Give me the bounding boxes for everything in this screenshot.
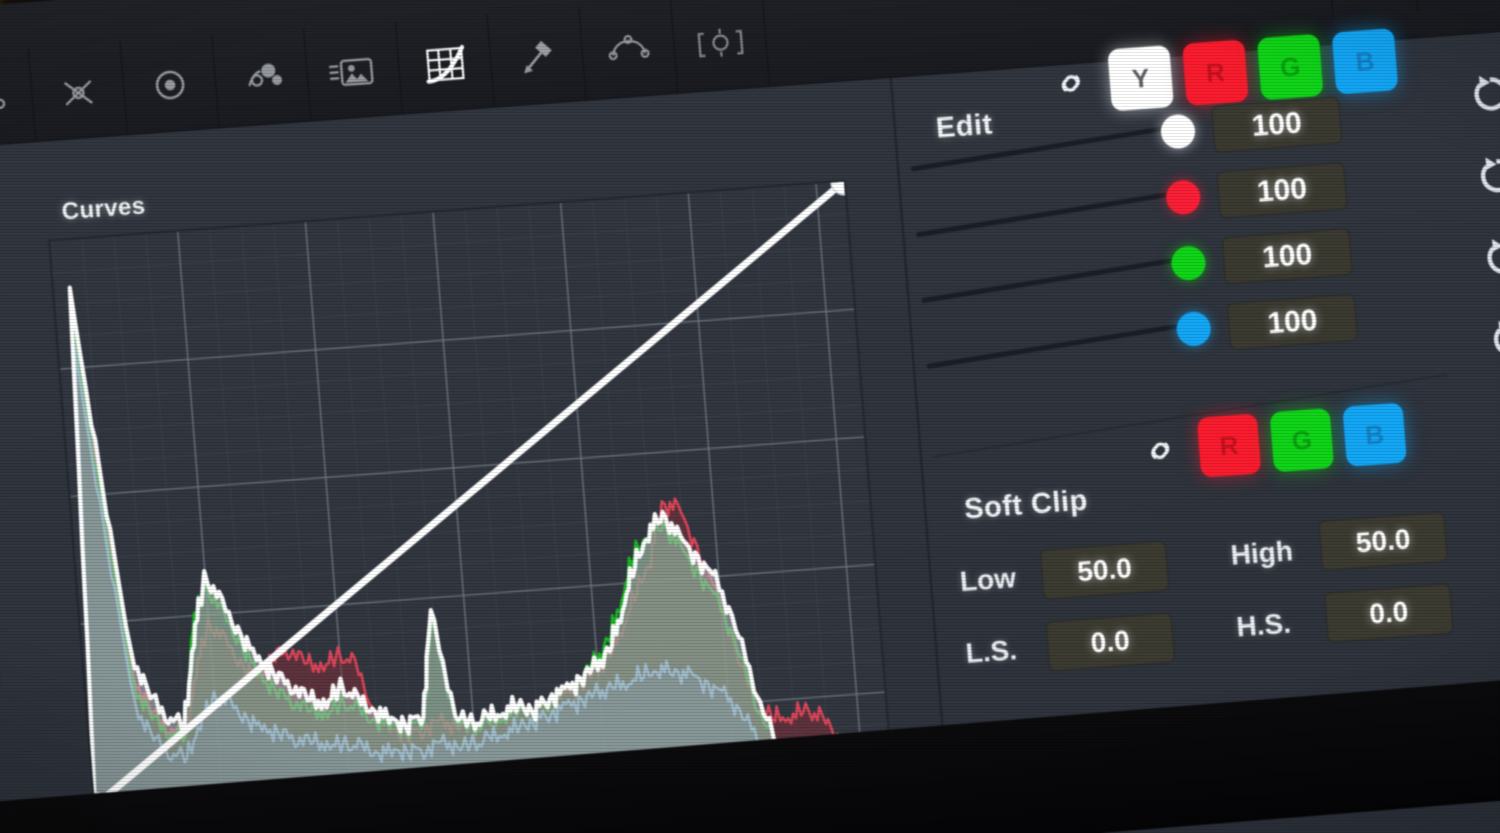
reset-button[interactable]	[1448, 131, 1500, 220]
hs-label: H.S.	[1235, 607, 1293, 643]
key-icon[interactable]	[28, 41, 128, 143]
curves-icon[interactable]	[395, 13, 495, 115]
tracker-icon[interactable]	[212, 27, 312, 129]
edit-sliders: 100 100 100 100	[885, 85, 1424, 387]
slider-value-r[interactable]: 100	[1216, 162, 1348, 219]
channel-label: B	[1354, 45, 1376, 77]
link-icon[interactable]	[1049, 62, 1092, 105]
reset-icon	[1474, 75, 1500, 111]
soft-clip-button-g[interactable]: G	[1269, 407, 1335, 473]
reset-icon	[1348, 0, 1398, 1]
soft-clip-button-b[interactable]: B	[1342, 402, 1407, 467]
window-icon[interactable]	[579, 0, 679, 101]
soft-clip-button-r[interactable]: R	[1196, 413, 1262, 478]
reset-icon	[1493, 397, 1500, 444]
channel-label: B	[1364, 418, 1386, 450]
slider-knob-r[interactable]	[1164, 179, 1202, 216]
slider-track[interactable]	[921, 254, 1199, 304]
curves-plot[interactable]	[50, 181, 889, 806]
reset-button[interactable]	[1455, 213, 1500, 302]
sizing-icon[interactable]	[120, 34, 220, 136]
channel-label: R	[1204, 56, 1226, 88]
channel-button-y[interactable]: Y	[1107, 44, 1174, 112]
low-label: Low	[958, 562, 1018, 598]
channel-label: Y	[1130, 62, 1151, 94]
stereo-icon[interactable]	[670, 0, 771, 94]
ls-value[interactable]: 0.0	[1045, 612, 1176, 672]
ls-label: L.S.	[964, 634, 1019, 669]
slider-knob-y[interactable]	[1159, 113, 1197, 150]
channel-button-g[interactable]: G	[1256, 33, 1324, 101]
channel-label: R	[1218, 429, 1240, 461]
slider-knob-b[interactable]	[1175, 310, 1212, 348]
high-value[interactable]: 50.0	[1318, 511, 1448, 571]
reset-button[interactable]	[1442, 50, 1500, 139]
link-icon[interactable]	[1139, 429, 1182, 472]
channel-label: G	[1278, 50, 1302, 83]
slider-value-b[interactable]: 100	[1226, 293, 1359, 351]
slider-track[interactable]	[910, 122, 1188, 172]
reset-icon	[1480, 157, 1500, 193]
low-value[interactable]: 50.0	[1039, 540, 1170, 600]
curves-graph[interactable]	[47, 179, 891, 808]
slider-value-y[interactable]: 100	[1211, 96, 1343, 153]
reset-button[interactable]	[1468, 377, 1500, 466]
color-picker-icon[interactable]	[487, 7, 587, 108]
slider-track[interactable]	[915, 188, 1194, 238]
slider-value-g[interactable]: 100	[1221, 227, 1353, 285]
slider-track[interactable]	[926, 319, 1204, 370]
reset-button[interactable]	[1461, 295, 1500, 384]
channel-label: G	[1290, 423, 1314, 456]
motion-effects-icon[interactable]	[303, 20, 404, 122]
channel-button-r[interactable]: R	[1182, 39, 1249, 106]
channel-button-b[interactable]: B	[1331, 28, 1399, 95]
reset-icon	[1487, 239, 1500, 274]
screenshot-root: DaVinci Resolve	[0, 0, 1500, 833]
slider-knob-g[interactable]	[1170, 244, 1207, 282]
hs-value[interactable]: 0.0	[1324, 583, 1454, 643]
reset-icon	[1493, 320, 1500, 356]
high-label: High	[1229, 535, 1295, 571]
